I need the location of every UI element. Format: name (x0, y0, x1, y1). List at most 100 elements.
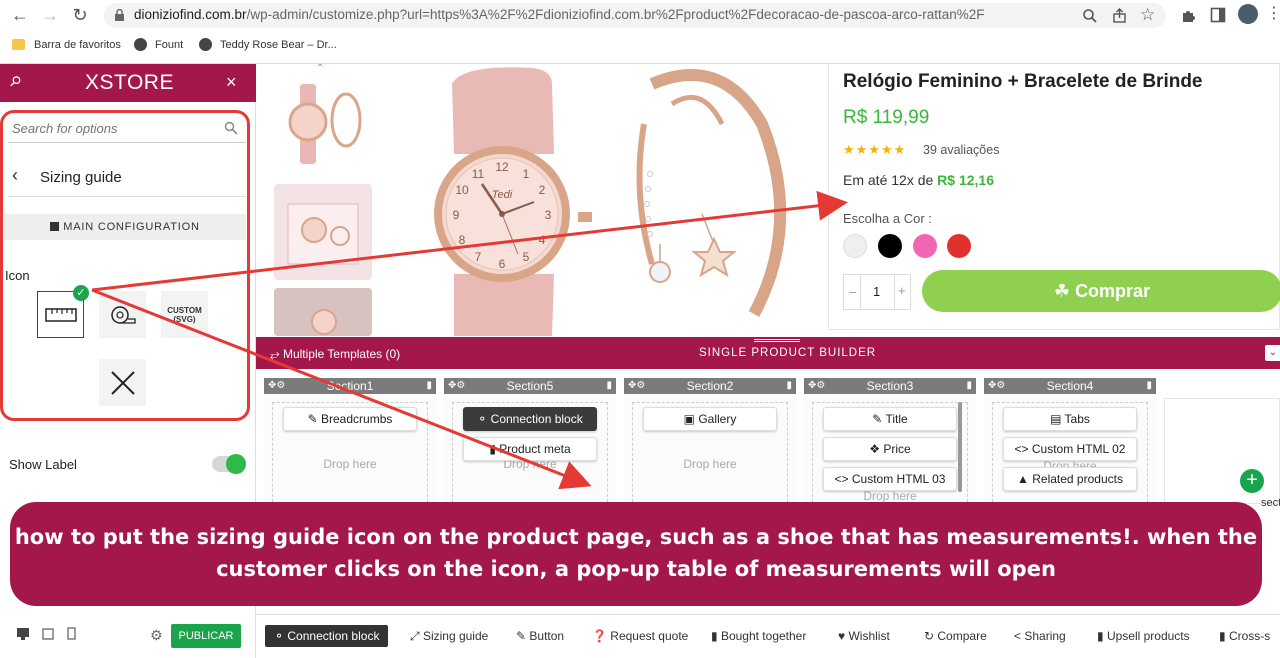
trash-icon[interactable]: ▮ (966, 378, 972, 394)
svg-text:11: 11 (472, 167, 485, 181)
installments: Em até 12x de R$ 12,16 (843, 172, 994, 188)
trash-icon[interactable]: ▮ (606, 378, 612, 394)
svg-text:10: 10 (455, 183, 469, 197)
buy-button[interactable]: ☘ Comprar (922, 270, 1280, 312)
block-related-products[interactable]: ▲ Related products (1003, 467, 1137, 491)
add-section-label: sect (1261, 497, 1280, 509)
block-tabs[interactable]: ▤ Tabs (1003, 407, 1137, 431)
color-swatch-pink[interactable] (913, 234, 937, 258)
zoom-icon[interactable] (1082, 8, 1098, 24)
trash-icon[interactable]: ▮ (426, 378, 432, 394)
section-header[interactable]: ✥⚙ Section5 ▮ (444, 378, 616, 394)
section-header[interactable]: ✥⚙ Section2 ▮ (624, 378, 796, 394)
tool-button[interactable]: ✎ Button (516, 625, 564, 647)
section-header[interactable]: ✥⚙ Section4 ▮ (984, 378, 1156, 394)
block-label: Breadcrumbs (321, 412, 393, 426)
tool-label: Request quote (610, 629, 689, 643)
gear-icon[interactable]: ⚙ (150, 627, 163, 644)
section-dropzone[interactable]: ⚬ Connection block Drop here ▮ Product m… (452, 402, 608, 512)
block-gallery[interactable]: ▣ Gallery (643, 407, 777, 431)
add-section-plus-icon[interactable]: + (1240, 469, 1264, 493)
add-section-area[interactable]: + sect (1164, 398, 1280, 509)
section-header[interactable]: ✥⚙ Section1 ▮ (264, 378, 436, 394)
tool-cross-sells[interactable]: ▮ Cross-s (1219, 625, 1270, 647)
color-label: Escolha a Cor : (843, 211, 932, 226)
block-breadcrumbs[interactable]: ✎ Breadcrumbs (283, 407, 417, 431)
tool-sizing-guide[interactable]: ⤢ Sizing guide (410, 625, 488, 647)
svg-text:5: 5 (523, 250, 530, 264)
move-icon[interactable]: ✥⚙ (988, 378, 1005, 394)
bookmark-fount[interactable]: Fount (155, 39, 183, 51)
drag-handle[interactable] (754, 339, 800, 342)
block-label: Price (883, 442, 911, 456)
bookmark-star-icon[interactable]: ☆ (1140, 5, 1155, 25)
profile-avatar[interactable] (1238, 4, 1258, 24)
tool-label: Cross-s (1228, 629, 1271, 643)
block-custom-html-02[interactable]: <> Custom HTML 02 (1003, 437, 1137, 461)
globe-icon (199, 38, 212, 51)
review-count[interactable]: 39 avaliações (923, 143, 999, 157)
qty-value[interactable]: 1 (873, 284, 880, 299)
section-dropzone[interactable]: ▣ Gallery Drop here (632, 402, 788, 512)
caption-line-1: how to put the sizing guide icon on the … (14, 525, 1258, 549)
globe-icon (134, 38, 147, 51)
tool-sharing[interactable]: < Sharing (1014, 625, 1066, 647)
extensions-icon[interactable] (1180, 7, 1196, 23)
move-icon[interactable]: ✥⚙ (448, 378, 465, 394)
block-product-meta[interactable]: ▮ Product meta (463, 437, 597, 461)
tablet-icon[interactable] (42, 628, 54, 640)
section-dropzone[interactable]: ✎ Title ❖ Price Drop here <> Custom HTML… (812, 402, 968, 512)
address-bar[interactable]: dioniziofind.com.br/wp-admin/customize.p… (104, 3, 1166, 28)
gallery-thumbnail[interactable] (274, 76, 372, 176)
tool-bought-together[interactable]: ▮ Bought together (711, 625, 806, 647)
move-icon[interactable]: ✥⚙ (268, 378, 285, 394)
side-panel-icon[interactable] (1210, 7, 1226, 23)
color-swatch-white[interactable] (843, 234, 867, 258)
gallery-thumbnail[interactable] (274, 184, 372, 280)
section-dropzone[interactable]: ▤ Tabs Drop here <> Custom HTML 02 ▲ Rel… (992, 402, 1148, 512)
quantity-stepper[interactable]: – 1 + (843, 274, 911, 310)
menu-dots-icon[interactable]: ⋮ (1266, 3, 1280, 23)
section-header[interactable]: ✥⚙ Section3 ▮ (804, 378, 976, 394)
block-title[interactable]: ✎ Title (823, 407, 957, 431)
folder-icon (12, 39, 25, 50)
back-arrow-icon[interactable]: ← (8, 5, 32, 26)
color-swatch-black[interactable] (878, 234, 902, 258)
move-icon[interactable]: ✥⚙ (808, 378, 825, 394)
move-icon[interactable]: ✥⚙ (628, 378, 645, 394)
trash-icon[interactable]: ▮ (1146, 378, 1152, 394)
tool-connection-block[interactable]: ⚬ Connection block (265, 625, 389, 647)
qty-minus[interactable]: – (849, 284, 856, 299)
collapse-chevron-icon[interactable]: ⌄ (1265, 345, 1280, 361)
thumb-up-chevron-icon[interactable]: ⌃ (316, 63, 324, 74)
show-label-toggle[interactable] (212, 454, 246, 474)
bookmark-favorites[interactable]: Barra de favoritos (34, 39, 121, 51)
publish-button[interactable]: PUBLICAR (171, 624, 241, 648)
tool-request-quote[interactable]: ❓ Request quote (592, 625, 688, 647)
svg-text:9: 9 (453, 208, 460, 222)
multiple-templates[interactable]: ⥂ Multiple Templates (0) (270, 347, 400, 362)
close-icon[interactable]: × (226, 72, 237, 93)
tool-upsell-products[interactable]: ▮ Upsell products (1097, 625, 1190, 647)
tool-compare[interactable]: ↻ Compare (924, 625, 987, 647)
qty-plus[interactable]: + (898, 283, 906, 298)
forward-arrow-icon[interactable]: → (38, 5, 62, 26)
share-icon[interactable] (1112, 8, 1128, 24)
pin-icon[interactable]: ⚲ (5, 72, 25, 91)
trash-icon[interactable]: ▮ (786, 378, 792, 394)
svg-text:1: 1 (523, 167, 530, 181)
gallery-thumbnail[interactable] (274, 288, 372, 336)
section-scrollbar[interactable] (958, 402, 962, 492)
color-swatch-red[interactable] (947, 234, 971, 258)
bookmark-teddy[interactable]: Teddy Rose Bear – Dr... (220, 39, 337, 51)
section-dropzone[interactable]: ✎ Breadcrumbs Drop here (272, 402, 428, 512)
desktop-icon[interactable] (16, 627, 30, 641)
mobile-icon[interactable] (67, 627, 77, 641)
product-main-image[interactable]: 12 1 2 3 45 6 7 8 9 10 11 Tedi (382, 64, 822, 336)
tool-wishlist[interactable]: ♥ Wishlist (838, 625, 890, 647)
block-price[interactable]: ❖ Price (823, 437, 957, 461)
reload-icon[interactable]: ↻ (68, 5, 92, 26)
block-connection[interactable]: ⚬ Connection block (463, 407, 597, 431)
block-custom-html-03[interactable]: <> Custom HTML 03 (823, 467, 957, 491)
xstore-logo: XSTORE (85, 71, 174, 94)
